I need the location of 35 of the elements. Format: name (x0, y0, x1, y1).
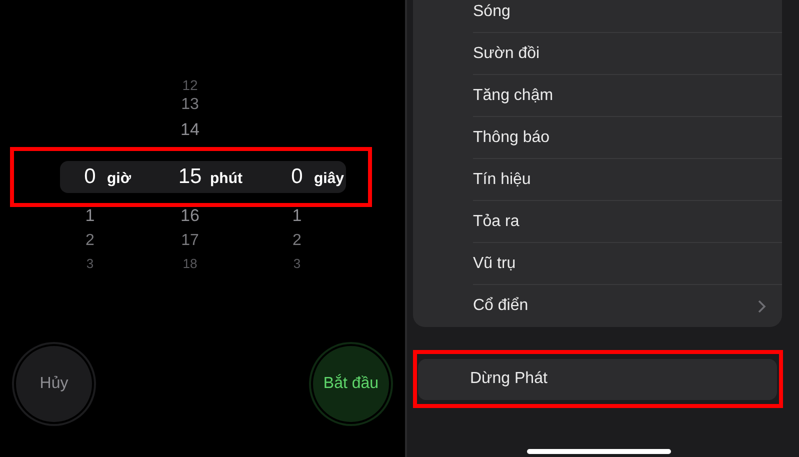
sound-item[interactable]: Cổ điển (473, 285, 782, 327)
sound-item[interactable]: Thông báo (473, 117, 782, 159)
cancel-button[interactable]: Hủy (16, 346, 92, 422)
sound-item[interactable]: Tăng chậm (473, 75, 782, 117)
picker-number[interactable]: 2 (282, 233, 312, 257)
sound-item[interactable]: Tỏa ra (473, 201, 782, 243)
picker-value: 0 (290, 164, 304, 190)
sound-item[interactable]: Tín hiệu (473, 159, 782, 201)
sound-name: Tỏa ra (473, 212, 520, 232)
sound-name: Vũ trụ (473, 254, 516, 274)
picker-number[interactable]: 1 (75, 207, 105, 233)
sound-name: Sóng (473, 2, 510, 22)
picker-number[interactable]: 13 (172, 97, 208, 121)
picker-number[interactable]: 17 (172, 233, 208, 257)
picker-number[interactable]: 1 (282, 207, 312, 233)
chevron-right-icon (758, 300, 766, 312)
unit-label: phút (210, 169, 242, 190)
sound-item[interactable]: Vũ trụ (473, 243, 782, 285)
unit-label: giây (314, 169, 344, 190)
sound-name: Cổ điển (473, 296, 528, 316)
picker-number[interactable]: 2 (75, 233, 105, 257)
sound-name: Sườn đồi (473, 44, 540, 64)
sound-name: Thông báo (473, 128, 550, 148)
unit-label: giờ (107, 169, 131, 190)
sound-name: Tăng chậm (473, 86, 554, 106)
stop-playing-option[interactable]: Dừng Phát (418, 358, 777, 400)
picker-value: 0 (83, 164, 97, 190)
start-button[interactable]: Bắt đầu (313, 346, 389, 422)
picker-number[interactable]: 16 (172, 207, 208, 233)
picker-number[interactable]: 14 (172, 121, 208, 147)
picker-selection-bar[interactable]: 0 giờ 15 phút 0 giây (60, 161, 346, 193)
sound-item[interactable]: Sườn đồi (473, 33, 782, 75)
sound-item[interactable]: Sóng (473, 0, 782, 33)
sound-name: Tín hiệu (473, 170, 531, 190)
picker-value: 15 (177, 164, 203, 190)
